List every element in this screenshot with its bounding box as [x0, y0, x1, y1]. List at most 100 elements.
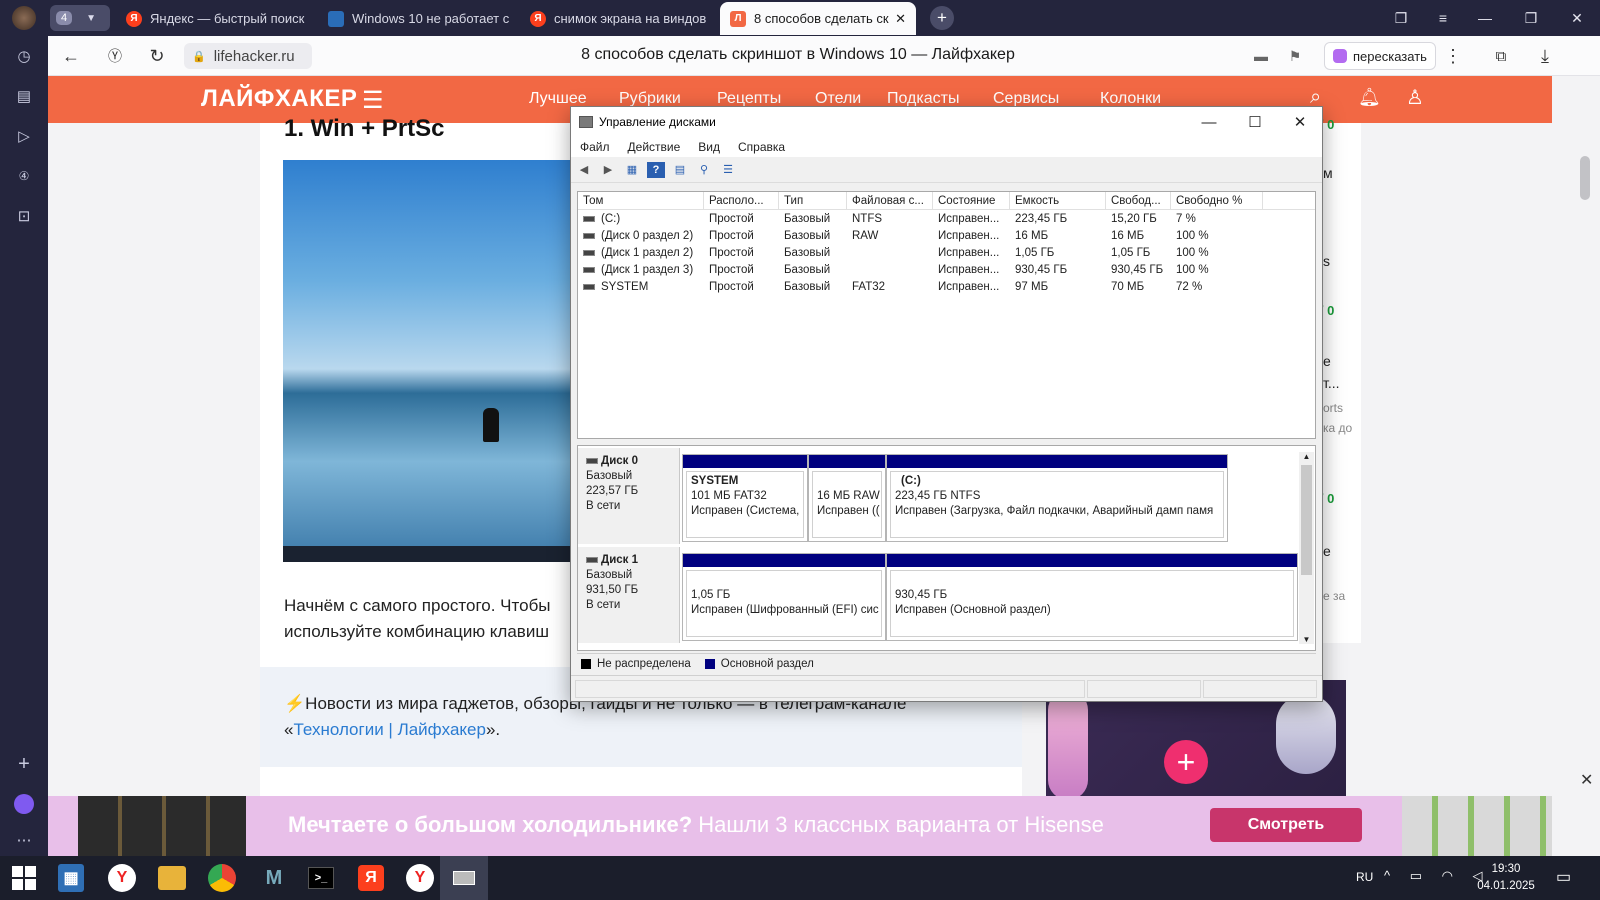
calculator-icon[interactable]: ▦ — [58, 864, 84, 892]
partition-efi[interactable]: 1,05 ГБ Исправен (Шифрованный (EFI) сис — [682, 553, 886, 641]
windows-start-icon[interactable] — [12, 866, 36, 890]
user-icon[interactable]: ♙ — [1406, 85, 1424, 110]
collections-icon[interactable]: ▤ — [12, 84, 36, 108]
bell-icon[interactable]: 🔔︎ — [1358, 87, 1381, 108]
menu-help[interactable]: Справка — [729, 140, 794, 154]
volume-cell: Базовый — [779, 228, 847, 245]
comment-icon[interactable]: ▬ — [1248, 44, 1274, 68]
partition-raw[interactable]: 16 МБ RAW Исправен (( — [808, 454, 886, 542]
col-filesystem[interactable]: Файловая с... — [847, 192, 933, 210]
chrome-icon[interactable] — [208, 864, 236, 892]
partition-status: Исправен (Основной раздел) — [895, 604, 1051, 616]
minimize-button[interactable]: — — [1462, 0, 1508, 36]
history-icon[interactable]: ◷ — [12, 44, 36, 68]
watch-button[interactable]: Смотреть — [1210, 808, 1362, 842]
collections-icon[interactable]: ❐ — [1378, 0, 1424, 36]
yandex-browser-active-icon[interactable]: Y — [406, 864, 434, 892]
close-ad-icon[interactable]: ✕ — [1580, 770, 1593, 790]
col-volume[interactable]: Том — [578, 192, 704, 210]
volume-row[interactable]: (Диск 1 раздел 3) Простой Базовый Исправен.… — [578, 262, 1315, 279]
site-logo[interactable]: ЛАЙФХАКЕР — [201, 85, 357, 113]
partition-primary[interactable]: 930,45 ГБ Исправен (Основной раздел) — [886, 553, 1298, 641]
col-type[interactable]: Тип — [779, 192, 847, 210]
clock[interactable]: 19:30 04.01.2025 — [1476, 861, 1536, 895]
volume-cell-text: 100 % — [1176, 230, 1209, 242]
col-free-percent[interactable]: Свободно % — [1171, 192, 1263, 210]
more-vert-icon[interactable]: ⋮ — [1440, 44, 1466, 68]
list-view-icon[interactable]: ☰ — [719, 162, 737, 178]
menu-action[interactable]: Действие — [619, 140, 690, 154]
reload-icon[interactable]: ↻ — [144, 44, 170, 68]
new-tab-button[interactable]: + — [930, 6, 954, 30]
disk-management-window: Управление дисками — ☐ ✕ Файл Действие В… — [570, 106, 1323, 702]
play-icon[interactable]: ▷ — [12, 124, 36, 148]
file-explorer-icon[interactable] — [158, 866, 186, 890]
back-arrow-icon[interactable]: ◀ — [575, 162, 593, 178]
menu-view[interactable]: Вид — [689, 140, 729, 154]
connect-icon[interactable]: ⚲ — [695, 162, 713, 178]
summarize-button[interactable]: пересказать — [1324, 42, 1436, 70]
collections-bar-icon[interactable]: ⧉ — [1488, 44, 1514, 68]
minimize-button[interactable]: — — [1186, 107, 1232, 137]
yandex-home-icon[interactable]: Ⓨ — [102, 44, 128, 68]
disk-management-taskbar-button[interactable] — [440, 856, 488, 900]
forward-arrow-icon[interactable]: ▶ — [599, 162, 617, 178]
help-icon[interactable]: ? — [647, 161, 665, 178]
tab-yandex-search[interactable]: Я Яндекс — быстрый поиск — [116, 2, 312, 35]
back-icon[interactable]: ← — [58, 44, 84, 68]
disk-1-label[interactable]: Диск 1 Базовый 931,50 ГБ В сети — [578, 547, 680, 643]
close-tab-icon[interactable]: ✕ — [895, 11, 906, 27]
terminal-icon[interactable]: >_ — [308, 867, 334, 889]
menu-file[interactable]: Файл — [571, 140, 619, 154]
yandex-browser-icon[interactable]: Y — [108, 864, 136, 892]
clock-date: 04.01.2025 — [1477, 880, 1535, 892]
fridge-image-right — [1402, 796, 1552, 856]
download-icon[interactable]: ⤓ — [1532, 44, 1558, 68]
scroll-thumb[interactable] — [1301, 465, 1312, 575]
properties-icon[interactable]: ▤ — [671, 162, 689, 178]
scroll-thumb[interactable] — [1580, 156, 1590, 200]
paragraph-line-2: используйте комбинацию клавиш — [284, 622, 549, 641]
col-capacity[interactable]: Емкость — [1010, 192, 1106, 210]
partition-bar — [683, 455, 807, 468]
tabs-count-icon[interactable]: ④ — [12, 164, 36, 188]
partition-c[interactable]: (C:) 223,45 ГБ NTFS Исправен (Загрузка, … — [886, 454, 1228, 542]
screenshot-icon[interactable]: ⊡ — [12, 204, 36, 228]
scroll-up-icon[interactable]: ▲ — [1299, 452, 1314, 461]
close-button[interactable]: ✕ — [1277, 107, 1323, 137]
volume-row[interactable]: SYSTEM Простой Базовый FAT32 Исправен... 97 М… — [578, 279, 1315, 296]
tab-screenshot-search[interactable]: Я снимок экрана на виндов — [520, 2, 716, 35]
hamburger-icon[interactable]: ☰ — [362, 86, 384, 115]
volume-row[interactable]: (C:) Простой Базовый NTFS Исправен... 223,45 … — [578, 211, 1315, 228]
tray-icons[interactable]: ^ ▭ ◠ ◁ — [1384, 868, 1491, 884]
menu-icon[interactable]: ≡ — [1420, 0, 1466, 36]
mail-icon[interactable]: M — [258, 862, 290, 894]
partition-system[interactable]: SYSTEM 101 МБ FAT32 Исправен (Система, — [682, 454, 808, 542]
url-field[interactable]: 🔒 lifehacker.ru — [184, 43, 312, 69]
more-icon[interactable]: ⋯ — [12, 828, 36, 852]
console-tree-icon[interactable]: ▦ — [623, 162, 641, 178]
page-scrollbar[interactable] — [1556, 76, 1600, 856]
tab-windows10[interactable]: Windows 10 не работает с — [318, 2, 514, 35]
ad-banner[interactable]: Мечтаете о большом холодильнике? Нашли 3… — [48, 796, 1552, 856]
profile-avatar[interactable] — [12, 6, 36, 30]
tab-group-button[interactable]: 4 ▼ — [50, 5, 110, 31]
alice-icon[interactable] — [12, 792, 36, 816]
restore-button[interactable]: ❐ — [1508, 0, 1554, 36]
yandex-icon[interactable]: Я — [358, 865, 384, 891]
graph-scrollbar[interactable]: ▲ ▼ — [1299, 452, 1314, 644]
scroll-down-icon[interactable]: ▼ — [1299, 635, 1314, 644]
promo-link[interactable]: Технологии | Лайфхакер — [293, 720, 486, 739]
maximize-button[interactable]: ☐ — [1232, 107, 1278, 137]
close-button[interactable]: ✕ — [1554, 0, 1600, 36]
col-layout[interactable]: Располо... — [704, 192, 779, 210]
col-status[interactable]: Состояние — [933, 192, 1010, 210]
disk-0-label[interactable]: Диск 0 Базовый 223,57 ГБ В сети — [578, 448, 680, 544]
add-icon[interactable]: + — [12, 752, 36, 776]
col-free[interactable]: Свобод... — [1106, 192, 1171, 210]
notifications-icon[interactable]: ▭ — [1556, 867, 1571, 887]
bookmark-icon[interactable]: ⚑ — [1282, 44, 1308, 68]
tab-lifehacker-active[interactable]: Л 8 способов сделать скр ✕ — [720, 2, 916, 35]
volume-row[interactable]: (Диск 1 раздел 2) Простой Базовый Исправен.… — [578, 245, 1315, 262]
volume-row[interactable]: (Диск 0 раздел 2) Простой Базовый RAW Исправ… — [578, 228, 1315, 245]
